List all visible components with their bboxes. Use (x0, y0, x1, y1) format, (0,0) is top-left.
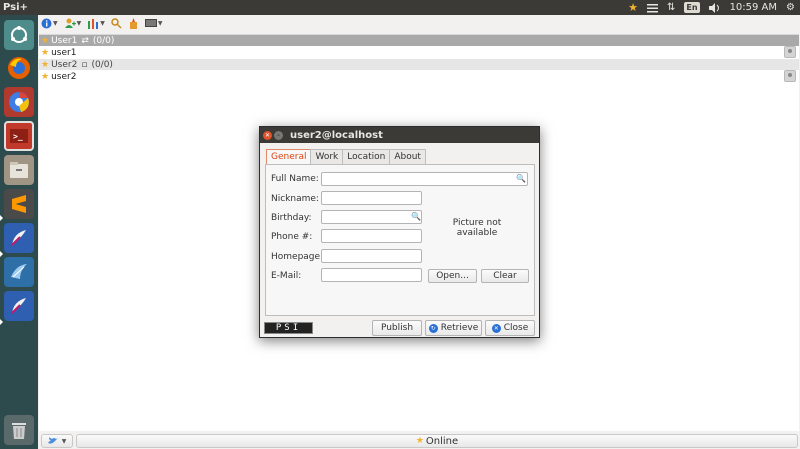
status-selector[interactable]: ★ Online (76, 434, 798, 448)
svg-text:>_: >_ (13, 132, 23, 141)
network-arrows-icon[interactable]: ⇅ (667, 0, 675, 15)
wireshark-icon[interactable] (4, 257, 34, 287)
homepage-label: Homepage: (271, 252, 324, 262)
minimize-icon[interactable]: – (274, 130, 283, 140)
homepage-field[interactable] (321, 249, 422, 263)
birthday-label: Birthday: (271, 213, 312, 223)
main-toolbar: ▼ ▼ ▼ ▼ (38, 15, 800, 32)
tab-bar: General Work Location About (266, 149, 426, 164)
bookmarks-icon[interactable] (128, 16, 139, 31)
email-field[interactable] (321, 268, 422, 282)
terminal-red-icon[interactable]: >_ (4, 121, 34, 151)
email-label: E-Mail: (271, 271, 302, 281)
close-icon: ✕ (491, 323, 501, 333)
publish-label: Publish (380, 323, 414, 333)
contact-name: user1 (51, 47, 77, 58)
twitter-bird-menu-button[interactable]: ▼ (41, 434, 73, 448)
display-menu-icon[interactable]: ▼ (144, 16, 163, 31)
close-icon[interactable]: ✕ (263, 130, 272, 140)
group-name: User1 (51, 35, 78, 46)
contact-row-user1[interactable]: ★ user1 (39, 46, 799, 59)
roster-group-user1[interactable]: ★ User1 ⇄ (0/0) (39, 35, 799, 46)
files-icon[interactable] (4, 155, 34, 185)
top-panel: Psi+ ★ ⇅ En 10:59 AM ⚙ (0, 0, 800, 15)
full-name-label: Full Name: (271, 174, 319, 184)
launcher-active-indicator (0, 319, 3, 325)
tab-about[interactable]: About (389, 149, 426, 164)
contact-row-user2[interactable]: ★ user2 (39, 70, 799, 83)
tab-general[interactable]: General (266, 149, 312, 164)
close-button[interactable]: ✕ Close (485, 320, 535, 336)
tab-work[interactable]: Work (310, 149, 344, 164)
firefox-icon[interactable] (4, 53, 34, 83)
menu-icon[interactable] (647, 0, 658, 15)
launcher-active-indicator (0, 251, 3, 257)
avatar (784, 46, 796, 58)
status-label: Online (425, 435, 459, 447)
full-name-field[interactable] (321, 172, 528, 186)
group-count: (0/0) (91, 59, 113, 70)
birthday-field[interactable] (321, 210, 422, 224)
volume-icon[interactable] (708, 0, 721, 15)
retrieve-button[interactable]: ↻ Retrieve (425, 320, 482, 336)
app-title: Psi+ (3, 2, 28, 13)
sync-icon: ⇄ (81, 35, 89, 46)
clock[interactable]: 10:59 AM (730, 0, 777, 15)
nickname-field[interactable] (321, 191, 422, 205)
sublime-text-icon[interactable] (4, 189, 34, 219)
group-icon: ▫ (81, 59, 88, 70)
picture-placeholder: Picture not available (452, 218, 502, 238)
group-star-icon: ★ (41, 35, 50, 46)
user-info-dialog: ✕ – user2@localhost General Work Locatio… (259, 126, 540, 338)
info-menu-icon[interactable]: ▼ (41, 16, 58, 31)
dialog-title: user2@localhost (290, 129, 383, 141)
refresh-icon: ↻ (428, 323, 438, 333)
status-bar: ▼ ★ Online (38, 433, 800, 449)
general-panel: Full Name: 🔍 Nickname: Birthday: 🔍 Phone… (265, 164, 535, 316)
psi-logo: PSI (264, 322, 313, 334)
group-name: User2 (51, 59, 78, 70)
phone-label: Phone #: (271, 232, 313, 242)
psi-feather-icon[interactable] (4, 223, 34, 253)
phone-field[interactable] (321, 229, 422, 243)
dialog-titlebar[interactable]: ✕ – user2@localhost (260, 127, 539, 143)
avatar (784, 70, 796, 82)
contact-status-star-icon: ★ (41, 47, 50, 58)
online-star-icon: ★ (415, 436, 424, 446)
publish-button[interactable]: Publish (372, 320, 422, 336)
star-icon[interactable]: ★ (628, 0, 638, 15)
settings-gear-icon[interactable]: ⚙ (786, 0, 795, 15)
options-menu-icon[interactable]: ▼ (87, 16, 105, 31)
contact-status-star-icon: ★ (41, 71, 50, 82)
search-user-icon[interactable] (111, 16, 122, 31)
contact-name: user2 (51, 71, 77, 82)
ubuntu-dash-icon[interactable] (4, 20, 34, 50)
clear-picture-button[interactable]: Clear (481, 269, 529, 283)
calendar-picker-icon[interactable]: 🔍 (411, 212, 421, 221)
system-tray: ★ ⇅ En 10:59 AM ⚙ (619, 0, 800, 15)
psi-plus-feather-icon[interactable] (4, 291, 34, 321)
search-icon[interactable]: 🔍 (516, 174, 526, 183)
group-count: (0/0) (92, 35, 115, 46)
chrome-beta-icon[interactable] (4, 87, 34, 117)
trash-icon[interactable] (4, 415, 34, 445)
launcher-active-indicator (0, 215, 3, 221)
roster-group-user2[interactable]: ★ User2 ▫ (0/0) (39, 59, 799, 70)
keyboard-layout-icon[interactable]: En (684, 2, 700, 13)
launcher: >_ (0, 15, 38, 449)
retrieve-label: Retrieve (440, 323, 479, 333)
add-contact-menu-icon[interactable]: ▼ (64, 16, 81, 31)
group-star-icon: ★ (41, 59, 50, 70)
close-label: Close (503, 323, 529, 333)
open-picture-button[interactable]: Open... (428, 269, 477, 283)
nickname-label: Nickname: (271, 194, 319, 204)
tab-location[interactable]: Location (342, 149, 391, 164)
